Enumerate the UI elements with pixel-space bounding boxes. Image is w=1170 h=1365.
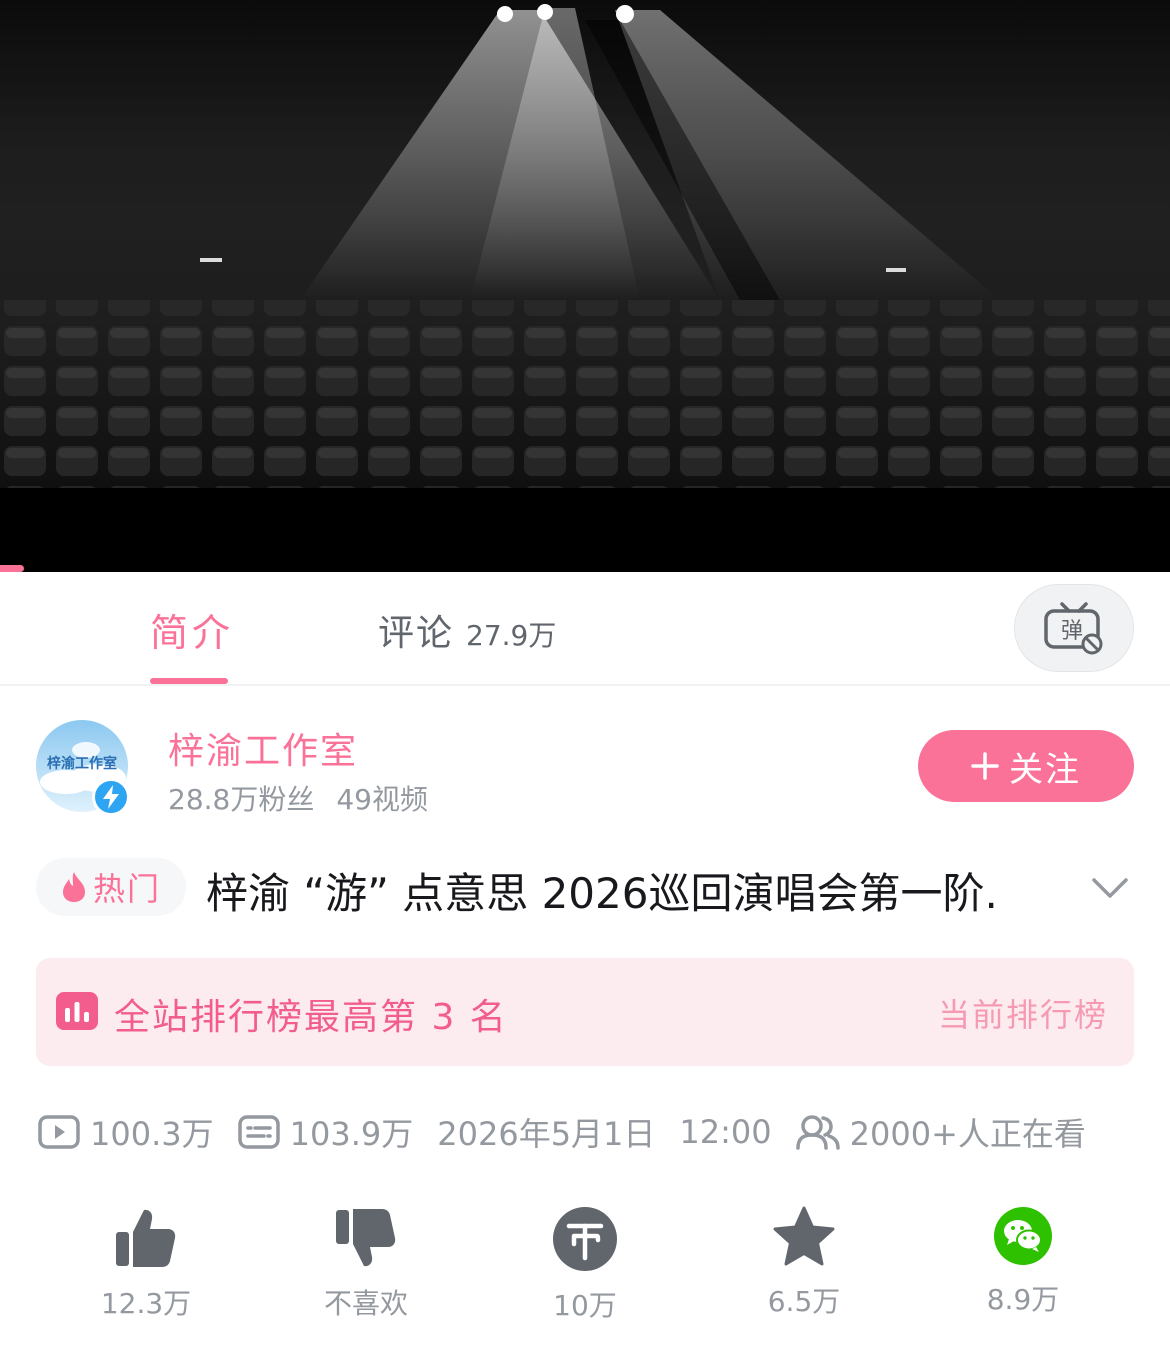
publish-time: 12:00 xyxy=(679,1113,772,1151)
uploader-stats: 28.8万粉丝 49视频 xyxy=(168,778,428,818)
danmaku-off-icon: 弹 xyxy=(1044,602,1103,655)
ranking-banner[interactable]: 全站排行榜最高第 3 名 当前排行榜 xyxy=(36,958,1134,1066)
favorite-count: 6.5万 xyxy=(767,1285,841,1318)
tab-comments[interactable]: 评论 27.9万 xyxy=(378,604,556,656)
play-count-stat: 100.3万 xyxy=(38,1109,214,1155)
follow-button[interactable]: 关注 xyxy=(918,730,1134,802)
publish-date-stat: 2026年5月1日 xyxy=(437,1109,655,1155)
tab-comments-label: 评论 xyxy=(378,613,455,654)
like-button[interactable]: 12.3万 xyxy=(56,1206,236,1320)
current-ranking-link[interactable]: 当前排行榜 xyxy=(938,990,1108,1036)
video-title[interactable]: 梓渝 “游” 点意思 2026巡回演唱会第一阶. xyxy=(206,860,1076,921)
star-icon xyxy=(773,1206,835,1266)
dislike-label: 不喜欢 xyxy=(323,1287,408,1320)
hot-badge[interactable]: 热门 xyxy=(36,858,186,916)
like-count: 12.3万 xyxy=(100,1287,192,1320)
thumbs-down-icon xyxy=(336,1209,396,1267)
hot-label: 热门 xyxy=(92,870,161,908)
publish-time-stat: 12:00 xyxy=(679,1113,771,1151)
video-player[interactable] xyxy=(0,0,1170,572)
active-tab-indicator xyxy=(150,678,228,684)
plus-icon xyxy=(971,752,999,780)
avatar-text: 梓渝工作室 xyxy=(47,755,117,772)
danmaku-toggle-button[interactable]: 弹 xyxy=(1014,584,1134,672)
dislike-button[interactable]: 不喜欢 xyxy=(276,1206,456,1320)
danmaku-count-stat: 103.9万 xyxy=(237,1109,414,1155)
play-icon xyxy=(38,1115,80,1149)
progress-indicator[interactable] xyxy=(0,565,24,572)
lightning-icon xyxy=(103,785,119,809)
tab-intro[interactable]: 简介 xyxy=(150,602,234,657)
video-frame xyxy=(0,0,1170,488)
fans-count: 28.8万粉丝 xyxy=(168,783,315,816)
share-count: 8.9万 xyxy=(986,1283,1060,1316)
svg-text:弹: 弹 xyxy=(1061,619,1083,644)
coin-button[interactable]: 10万 xyxy=(495,1206,675,1322)
favorite-button[interactable]: 6.5万 xyxy=(714,1206,894,1318)
video-stats: 100.3万 103.9万 2026年5月1日 12:00 2000+人正在看 xyxy=(38,1108,1086,1156)
coin-count: 10万 xyxy=(553,1289,617,1322)
coin-icon xyxy=(553,1207,617,1271)
ranking-text: 全站排行榜最高第 3 名 xyxy=(114,997,508,1038)
follow-label: 关注 xyxy=(1009,749,1081,790)
wechat-icon xyxy=(994,1207,1052,1265)
chevron-down-icon[interactable] xyxy=(1090,874,1130,902)
publish-date: 2026年5月1日 xyxy=(437,1115,656,1153)
watching-count: 2000+人正在看 xyxy=(849,1115,1086,1153)
danmaku-icon xyxy=(237,1115,280,1149)
video-count: 49视频 xyxy=(336,783,428,816)
verified-badge xyxy=(92,778,130,816)
watching-stat: 2000+人正在看 xyxy=(795,1109,1086,1155)
danmaku-count: 103.9万 xyxy=(289,1115,414,1153)
flame-icon xyxy=(62,872,85,902)
share-button[interactable]: 8.9万 xyxy=(933,1206,1113,1316)
thumbs-up-icon xyxy=(116,1209,176,1267)
viewers-icon xyxy=(795,1115,840,1150)
bar-chart-icon xyxy=(56,992,98,1030)
tab-bar: 简介 评论 27.9万 弹 xyxy=(0,572,1170,686)
uploader-name[interactable]: 梓渝工作室 xyxy=(168,722,358,774)
play-count: 100.3万 xyxy=(90,1115,214,1153)
comment-count: 27.9万 xyxy=(466,619,557,652)
